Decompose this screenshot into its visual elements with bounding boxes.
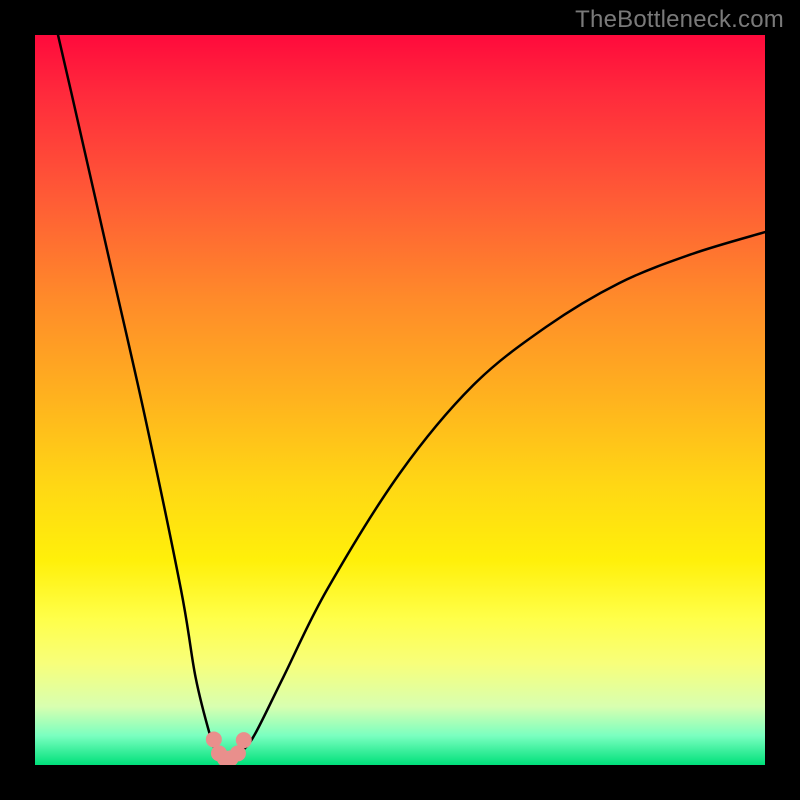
curve-svg <box>35 35 765 765</box>
bottleneck-curve-path <box>50 35 765 760</box>
chart-frame: TheBottleneck.com <box>0 0 800 800</box>
highlight-dot <box>206 731 222 747</box>
highlight-dot <box>236 732 252 748</box>
plot-area <box>35 35 765 765</box>
watermark-text: TheBottleneck.com <box>575 6 784 34</box>
